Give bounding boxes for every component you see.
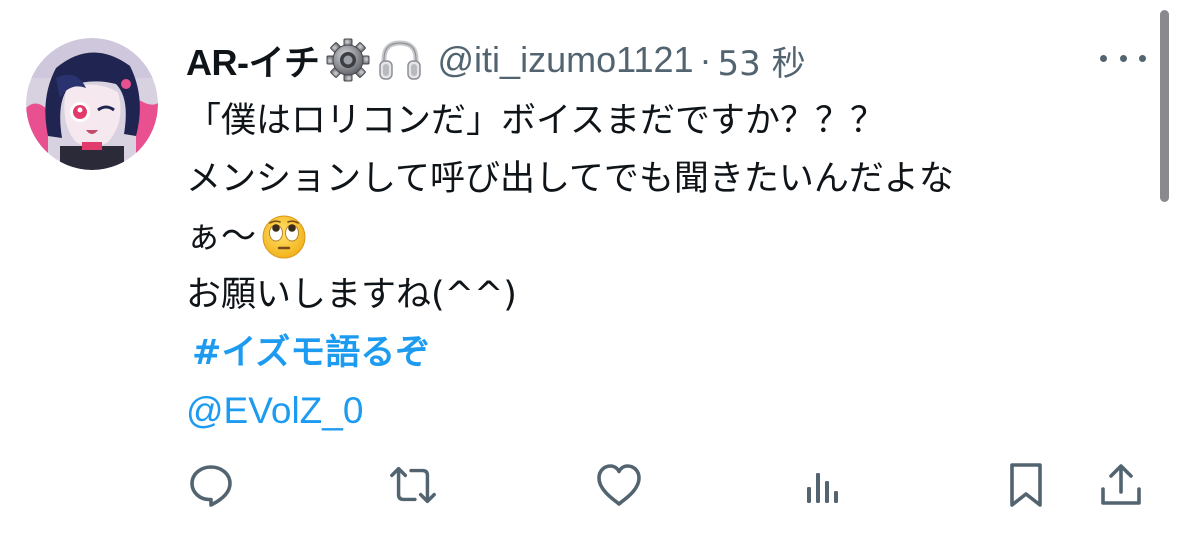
like-icon[interactable] <box>594 460 644 510</box>
tweet-line-3: ぁ〜 <box>186 217 257 257</box>
mention-link[interactable]: @EVolZ_0 <box>186 390 363 431</box>
tweet-header: AR-イチ @iti_izumo1121 · 53 秒 <box>186 30 806 90</box>
display-name[interactable]: AR-イチ <box>186 34 320 86</box>
bookmark-icon[interactable] <box>1001 460 1051 510</box>
avatar[interactable] <box>26 38 158 170</box>
reply-icon[interactable] <box>186 460 236 510</box>
tweet[interactable]: AR-イチ @iti_izumo1121 · 53 秒 「僕はロリコンだ」ボイス… <box>0 0 1179 546</box>
tweet-line-3-wrapper: ぁ〜 <box>186 208 1146 266</box>
hashtag-link[interactable]: #イズモ語るぞ <box>186 333 430 373</box>
action-bar <box>186 460 1146 510</box>
tweet-text: 「僕はロリコンだ」ボイスまだですか？？？ メンションして呼び出してでも聞きたいん… <box>186 92 1146 440</box>
retweet-icon[interactable] <box>388 460 438 510</box>
mention-line: @EVolZ_0 <box>186 382 1146 440</box>
scrollbar[interactable] <box>1160 10 1169 202</box>
tweet-line-1: 「僕はロリコンだ」ボイスまだですか？？？ <box>186 101 885 141</box>
views-icon[interactable] <box>798 460 848 510</box>
share-icon[interactable] <box>1096 460 1146 510</box>
eye-roll-emoji-icon <box>260 213 308 261</box>
gear-icon <box>324 36 372 84</box>
timestamp[interactable]: 53 秒 <box>718 36 806 85</box>
tweet-line-2: メンションして呼び出してでも聞きたいんだよな <box>186 159 954 199</box>
user-handle[interactable]: @iti_izumo1121 <box>438 39 694 81</box>
headphones-icon <box>376 36 424 84</box>
separator-dot: · <box>699 39 712 80</box>
hashtag-line: #イズモ語るぞ <box>186 324 1146 382</box>
more-options-icon[interactable] <box>1100 50 1146 66</box>
tweet-line-4: お願いしますね(^^) <box>186 275 517 315</box>
